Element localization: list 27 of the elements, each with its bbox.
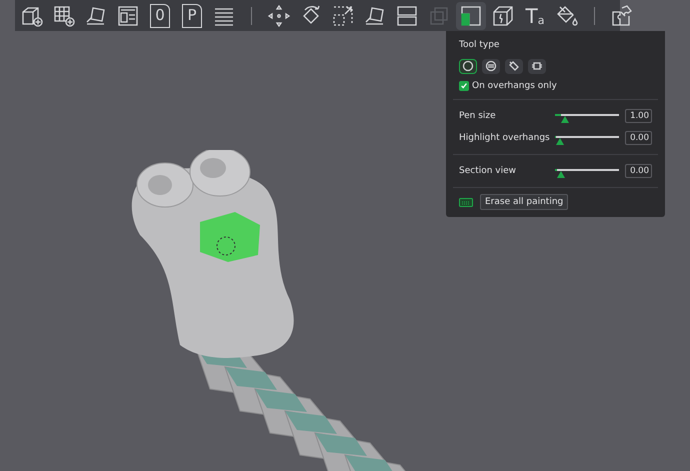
- keyboard-icon: [459, 198, 473, 206]
- slider[interactable]: [555, 169, 619, 179]
- tool-type-button[interactable]: [505, 58, 523, 74]
- slider[interactable]: [555, 114, 619, 124]
- icon-letter: T: [526, 6, 538, 26]
- icon-letter: P: [187, 8, 197, 23]
- value-field[interactable]: 0.00: [625, 131, 652, 145]
- tool-type-button[interactable]: [528, 58, 546, 74]
- value-field[interactable]: 0.00: [625, 164, 652, 178]
- icon-letter: 0: [155, 8, 165, 23]
- tool-type-button[interactable]: [482, 58, 500, 74]
- value-field[interactable]: 1.00: [625, 109, 652, 123]
- check-icon: [460, 82, 468, 90]
- checkbox-label: On overhangs only: [472, 80, 557, 92]
- sphere-icon: [485, 60, 497, 72]
- icon-letter: a: [538, 14, 544, 26]
- tool-type-button[interactable]: [459, 58, 477, 74]
- erase-all-painting-button[interactable]: Erase all painting: [480, 194, 568, 210]
- slider-label: Highlight overhangs: [459, 132, 551, 144]
- checkbox[interactable]: [459, 81, 469, 92]
- circle-icon: [462, 60, 474, 72]
- chip-icon: [531, 60, 543, 72]
- tool-type-label: Tool type: [459, 39, 500, 52]
- slider-label: Pen size: [459, 110, 497, 122]
- slider-label: Section view: [459, 165, 518, 177]
- slider[interactable]: [555, 136, 619, 146]
- paint-corner-icon[interactable]: [456, 2, 486, 30]
